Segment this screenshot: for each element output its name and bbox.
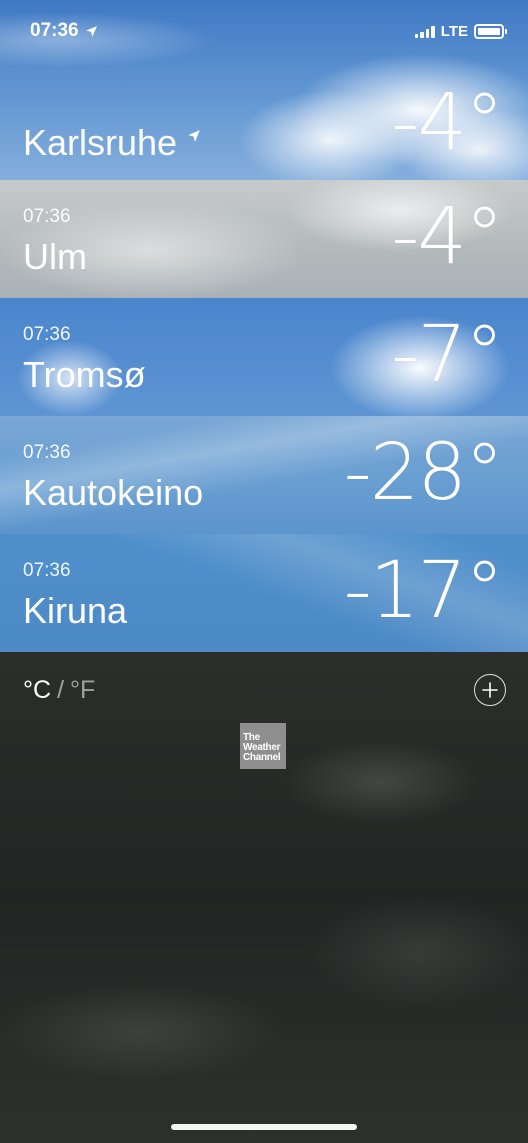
fahrenheit-option[interactable]: °F (70, 676, 95, 705)
city-name: Tromsø (23, 354, 146, 395)
city-temperature: -28° (343, 428, 504, 518)
plus-icon (482, 682, 498, 698)
city-temperature: -4° (391, 192, 504, 282)
bottom-panel: °C / °F The Weather Channel (0, 652, 528, 1143)
celsius-option[interactable]: °C (23, 676, 51, 705)
status-bar: 07:36 LTE (0, 0, 528, 62)
city-local-time: 07:36 (23, 442, 71, 463)
location-arrow-icon (188, 130, 200, 142)
status-left: 07:36 (30, 20, 98, 42)
city-row-ulm[interactable]: 07:36 Ulm -4° (0, 180, 528, 298)
city-local-time: 07:36 (23, 560, 71, 581)
battery-icon (474, 23, 507, 39)
signal-bars-icon (414, 25, 435, 38)
city-temperature: -17° (343, 546, 504, 636)
city-temperature: -7° (391, 310, 504, 400)
city-row-kiruna[interactable]: 07:36 Kiruna -17° (0, 534, 528, 652)
unit-toggle[interactable]: °C / °F (23, 676, 95, 705)
weather-channel-logo[interactable]: The Weather Channel (240, 723, 286, 769)
city-local-time: 07:36 (23, 206, 71, 227)
weather-list-screen: 07:36 LTE Karlsruhe -4° 07:36 Ulm -4° 07… (0, 0, 528, 1143)
city-name: Ulm (23, 236, 87, 277)
city-row-kautokeino[interactable]: 07:36 Kautokeino -28° (0, 416, 528, 534)
city-row-tromso[interactable]: 07:36 Tromsø -7° (0, 298, 528, 416)
unit-separator: / (57, 676, 65, 704)
city-name: Kiruna (23, 590, 128, 631)
city-name: Karlsruhe (23, 122, 178, 163)
network-type: LTE (440, 22, 468, 40)
location-arrow-icon (85, 25, 97, 37)
city-name-row: Karlsruhe (23, 122, 201, 164)
city-local-time: 07:36 (23, 324, 71, 345)
home-indicator[interactable] (171, 1124, 357, 1130)
city-name: Kautokeino (23, 472, 204, 513)
status-right: LTE (414, 22, 507, 40)
status-time: 07:36 (30, 20, 79, 41)
add-city-button[interactable] (474, 674, 506, 706)
city-temperature: -4° (391, 78, 504, 168)
